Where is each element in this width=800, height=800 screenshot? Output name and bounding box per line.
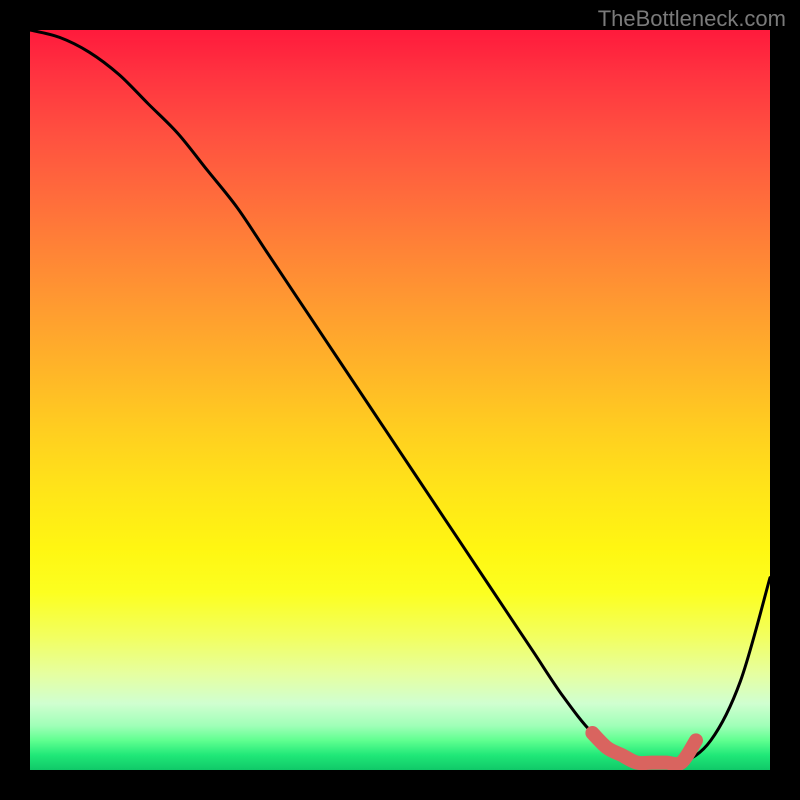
bottleneck-curve-line xyxy=(30,30,770,765)
watermark-text: TheBottleneck.com xyxy=(598,6,786,32)
highlight-curve-line xyxy=(592,733,696,764)
plot-area xyxy=(30,30,770,770)
chart-svg xyxy=(30,30,770,770)
